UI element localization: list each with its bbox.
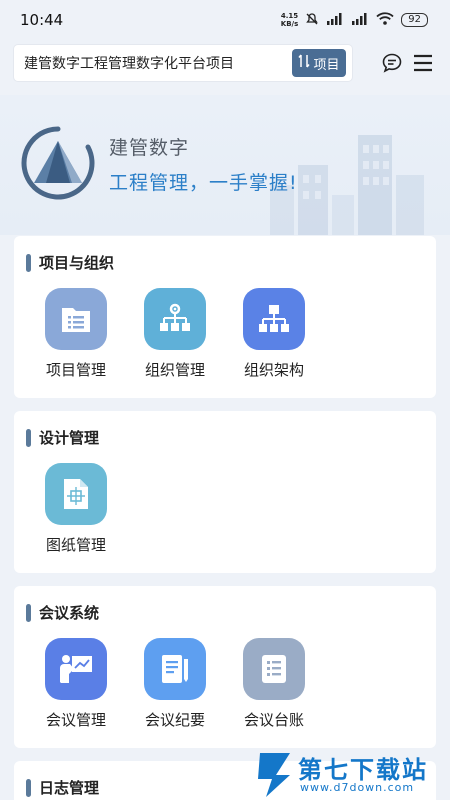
section-title-text: 会议系统 [39, 604, 100, 622]
watermark-title: 第七下载站 [298, 756, 428, 784]
menu-item-label: 会议纪要 [144, 711, 205, 729]
site-watermark: 第七下载站 www.d7down.com [248, 748, 448, 800]
folder-list-icon [45, 288, 107, 350]
section-title-text: 日志管理 [39, 779, 100, 797]
menu-item-label: 会议管理 [45, 711, 106, 729]
section-title: 项目与组织 [26, 252, 114, 273]
status-icons: 4.15 KB/s 92 [281, 12, 428, 29]
title-accent-bar [26, 778, 31, 797]
net-speed: 4.15 KB/s [281, 12, 298, 28]
top-header: 建管数字工程管理数字化平台项目 项目 [0, 40, 450, 86]
status-time: 10:44 [20, 11, 64, 29]
wifi-icon [376, 12, 394, 28]
ledger-icon [243, 638, 305, 700]
menu-item-meeting-management[interactable]: 会议管理 [26, 638, 126, 730]
brand-name: 建管数字 [109, 137, 190, 159]
watermark-url: www.d7down.com [300, 781, 415, 794]
menu-item-label: 组织架构 [243, 361, 304, 379]
net-speed-unit: KB/s [280, 20, 299, 28]
brand-banner: 建管数字 工程管理，一手掌握! [0, 95, 450, 235]
menu-item-label: 图纸管理 [45, 536, 106, 554]
project-selector[interactable]: 建管数字工程管理数字化平台项目 项目 [14, 45, 352, 81]
title-accent-bar [26, 428, 31, 447]
swap-icon [298, 54, 311, 72]
org-gear-icon [144, 288, 206, 350]
status-bar: 10:44 4.15 KB/s 92 [0, 0, 450, 40]
section-title-text: 设计管理 [39, 429, 100, 447]
menu-item-project-management[interactable]: 项目管理 [26, 288, 126, 380]
title-accent-bar [26, 253, 31, 272]
menu-item-meeting-minutes[interactable]: 会议纪要 [125, 638, 225, 730]
app-logo [21, 126, 95, 200]
menu-item-drawing-management[interactable]: 图纸管理 [26, 463, 126, 555]
mute-icon [305, 12, 319, 29]
menu-item-label: 会议台账 [243, 711, 304, 729]
section-project-org: 项目与组织 项目管理 组织管理 组织架构 [14, 236, 436, 398]
notes-pen-icon [144, 638, 206, 700]
switch-project-label: 项目 [313, 57, 340, 73]
signal-icon [351, 12, 369, 28]
net-speed-value: 4.15 [280, 12, 299, 20]
menu-icon[interactable] [413, 53, 433, 77]
current-project-name: 建管数字工程管理数字化平台项目 [24, 56, 234, 72]
section-meeting: 会议系统 会议管理 会议纪要 会议台账 [14, 586, 436, 748]
switch-project-button[interactable]: 项目 [292, 49, 346, 77]
section-title: 设计管理 [26, 427, 99, 448]
org-chart-icon [243, 288, 305, 350]
section-title: 会议系统 [26, 602, 99, 623]
section-title-text: 项目与组织 [39, 254, 115, 272]
menu-item-org-management[interactable]: 组织管理 [125, 288, 225, 380]
signal-icon [326, 12, 344, 28]
section-design: 设计管理 图纸管理 [14, 411, 436, 573]
menu-item-label: 项目管理 [45, 361, 106, 379]
brand-slogan: 工程管理，一手掌握! [109, 172, 298, 194]
menu-item-meeting-ledger[interactable]: 会议台账 [224, 638, 324, 730]
message-icon[interactable] [381, 52, 403, 78]
battery-level: 92 [401, 13, 428, 27]
menu-item-label: 组织管理 [144, 361, 205, 379]
drawing-icon [45, 463, 107, 525]
presentation-icon [45, 638, 107, 700]
title-accent-bar [26, 603, 31, 622]
menu-item-org-structure[interactable]: 组织架构 [224, 288, 324, 380]
watermark-logo-icon [258, 753, 290, 797]
section-title: 日志管理 [26, 777, 99, 798]
